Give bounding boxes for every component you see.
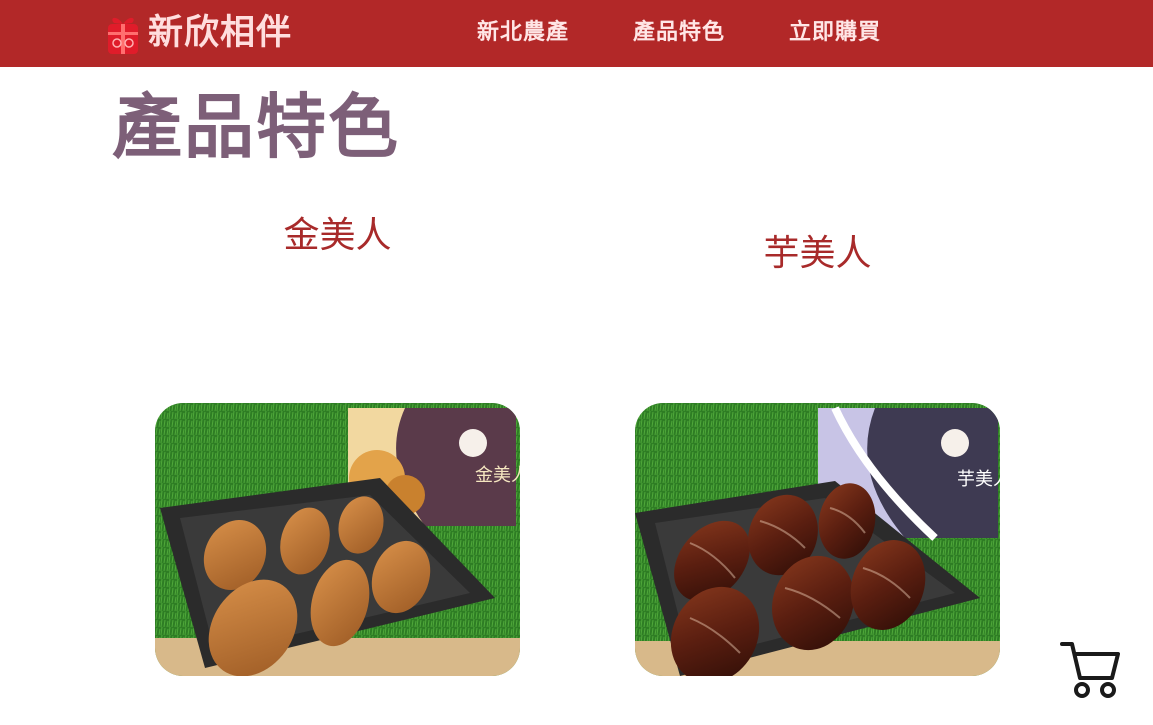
nav-link-buy-now[interactable]: 立即購買 — [789, 16, 881, 50]
top-navbar: 新欣相伴 新北農產 產品特色 立即購買 — [0, 0, 1153, 67]
product-name-taro-beauty: 芋美人 — [763, 233, 872, 274]
nav-link-product-features[interactable]: 產品特色 — [633, 16, 725, 50]
product-image-taro-beauty: 芋美人 — [635, 403, 1000, 676]
nav-link-farm-products[interactable]: 新北農產 — [477, 16, 569, 50]
box-label-taro: 芋美人 — [957, 469, 1000, 489]
gift-box-icon — [108, 17, 138, 54]
section-title: 產品特色 — [112, 86, 400, 168]
product-name-golden-beauty: 金美人 — [283, 215, 392, 256]
shopping-cart-button[interactable] — [1060, 640, 1122, 700]
brand-name: 新欣相伴 — [148, 13, 293, 53]
box-label-golden: 金美人 — [475, 465, 520, 485]
brand-logo-link[interactable]: 新欣相伴 — [106, 8, 292, 58]
product-image-golden-beauty: 金美人 — [155, 403, 520, 676]
shopping-cart-icon — [1060, 642, 1120, 698]
